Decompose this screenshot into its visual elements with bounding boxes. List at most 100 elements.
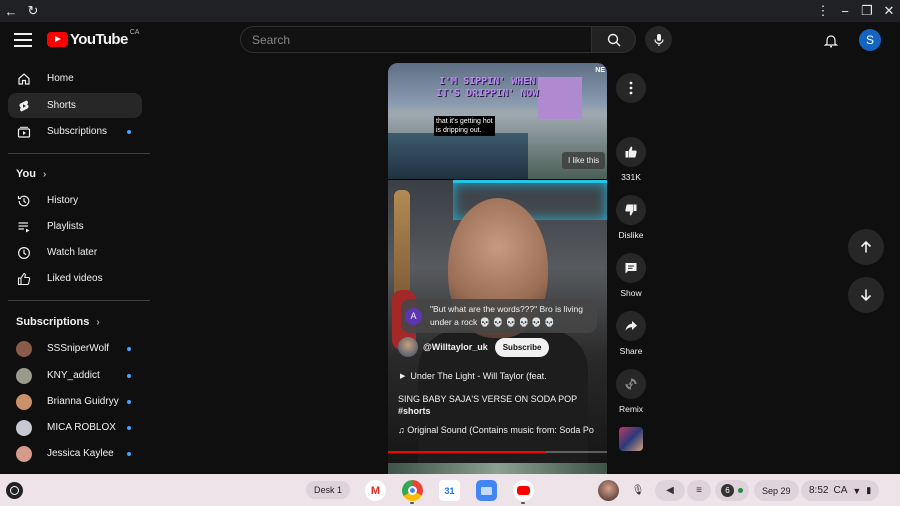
remix-button[interactable]: Remix [615, 369, 647, 414]
next-short-button[interactable] [848, 277, 884, 313]
ad-like-button[interactable]: I like this [562, 152, 606, 169]
clock: 8:52 [809, 485, 829, 496]
mic-icon[interactable]: 🎙 [630, 482, 646, 498]
channel-name[interactable]: @Willtaylor_uk [423, 342, 488, 352]
back-arrow-icon[interactable]: ← [0, 0, 22, 22]
subscription-channel[interactable]: KNY_addict [8, 363, 142, 388]
new-content-dot [127, 347, 131, 351]
channel-name: MICA ROBLOX [47, 422, 116, 433]
status-dot [738, 488, 743, 493]
sidebar-item-history[interactable]: History [8, 188, 142, 213]
media-controls[interactable]: ◀ [655, 480, 685, 501]
like-button[interactable]: 331K [615, 137, 647, 182]
comments-button[interactable]: Show [615, 253, 647, 298]
divider [8, 153, 150, 154]
new-content-dot [127, 130, 131, 134]
you-section-heading[interactable]: You › [16, 168, 46, 180]
sidebar-item-home[interactable]: Home [8, 66, 142, 91]
region-label: CA [833, 485, 848, 496]
subscriptions-section-heading[interactable]: Subscriptions › [16, 316, 100, 328]
restore-icon[interactable]: ❐ [856, 0, 878, 22]
system-tray[interactable]: 8:52 CA ▼ ▮ [801, 480, 880, 501]
mic-icon [653, 33, 664, 46]
desk-switcher[interactable]: Desk 1 [306, 481, 351, 499]
sidebar-item-label: History [47, 195, 79, 206]
profile-avatar[interactable] [598, 480, 619, 501]
youtube-logo[interactable]: YouTube CA [47, 29, 139, 48]
video-description[interactable]: SING BABY SAJA'S VERSE ON SODA POP #shor… [398, 393, 603, 417]
next-short-preview[interactable] [388, 463, 607, 474]
channel-avatar [16, 445, 32, 462]
files-icon[interactable] [476, 480, 497, 501]
like-icon [16, 271, 32, 287]
subscribe-button[interactable]: Subscribe [494, 337, 550, 357]
new-content-dot [127, 400, 131, 404]
sidebar-item-shorts[interactable]: Shorts [8, 93, 142, 118]
pinned-comment[interactable]: A "But what are the words???" Bro is liv… [401, 299, 597, 333]
playlists-icon [16, 219, 32, 235]
channel-name: KNY_addict [47, 370, 100, 381]
dislike-label: Dislike [618, 230, 644, 240]
subscription-channel[interactable]: Brianna Guidryy [8, 389, 142, 414]
channel-avatar [16, 367, 32, 384]
sidebar-item-liked-videos[interactable]: Liked videos [8, 266, 142, 291]
masthead: YouTube CA Search S [0, 22, 900, 58]
calendar-icon[interactable]: 31 [439, 480, 460, 501]
watch-later-icon [16, 245, 32, 261]
gmail-icon[interactable]: M [365, 480, 386, 501]
channel-avatar[interactable] [398, 337, 418, 357]
sidebar-item-playlists[interactable]: Playlists [8, 214, 142, 239]
comment-avatar: A [405, 307, 422, 325]
subscriptions-heading-label: Subscriptions [16, 316, 90, 328]
arrow-down-icon [860, 289, 872, 302]
menu-icon[interactable] [14, 33, 32, 47]
music-title: Under The Light - Will Taylor (feat. [410, 371, 547, 381]
volume-mute-icon: ◀ [666, 485, 674, 496]
music-note-icon: ♫ [398, 425, 405, 435]
search-input[interactable]: Search [240, 26, 592, 53]
notifications-button[interactable] [822, 31, 840, 49]
comments-label: Show [620, 288, 642, 298]
subscriptions-icon [16, 124, 32, 140]
sidebar-item-watch-later[interactable]: Watch later [8, 240, 142, 265]
chrome-icon[interactable] [402, 480, 423, 501]
sound-link[interactable]: ♫ Original Sound (Contains music from: S… [398, 425, 603, 435]
channel-row: @Willtaylor_uk Subscribe [398, 337, 550, 357]
minimize-icon[interactable]: − [834, 0, 856, 22]
more-vert-icon [616, 73, 646, 103]
sidebar-item-label: Liked videos [47, 273, 103, 284]
music-link[interactable]: ▶ Under The Light - Will Taylor (feat. [400, 371, 547, 381]
voice-search-button[interactable] [645, 26, 672, 53]
search-icon [607, 33, 620, 46]
subscription-channel[interactable]: Jessica Kaylee [8, 441, 142, 466]
remix-label: Remix [618, 404, 644, 414]
more-options-button[interactable] [615, 73, 647, 103]
previous-short-button[interactable] [848, 229, 884, 265]
sound-thumbnail[interactable] [619, 427, 643, 451]
reload-icon[interactable]: ↻ [22, 0, 44, 22]
sidebar-item-subscriptions[interactable]: Subscriptions [8, 119, 142, 144]
progress-fill [388, 451, 546, 453]
sidebar-item-label: Watch later [47, 247, 98, 258]
account-avatar[interactable]: S [859, 29, 881, 51]
wifi-icon: ▼ [852, 485, 862, 496]
hashtag[interactable]: #shorts [398, 405, 603, 417]
playlist-tray-button[interactable]: ≡ [687, 480, 711, 501]
subscription-channel[interactable]: SSSniperWolf [8, 336, 142, 361]
running-indicator [521, 502, 525, 504]
sidebar-item-label: Home [47, 73, 74, 84]
search-button[interactable] [592, 26, 636, 53]
kebab-menu-icon[interactable]: ⋮ [812, 0, 834, 22]
dislike-button[interactable]: Dislike [615, 195, 647, 240]
close-icon[interactable]: ✕ [878, 0, 900, 22]
shorts-player[interactable]: I'M SIPPIN' WHEN IT'S DRIPPIN' NOW that … [388, 63, 607, 474]
launcher-icon[interactable] [6, 482, 23, 499]
progress-bar[interactable] [388, 451, 607, 453]
youtube-app-icon[interactable] [513, 480, 534, 501]
share-button[interactable]: Share [615, 311, 647, 356]
notifications-tray[interactable]: 6 [715, 480, 749, 501]
ad-overlay-video[interactable]: I'M SIPPIN' WHEN IT'S DRIPPIN' NOW that … [388, 63, 607, 179]
date-tray[interactable]: Sep 29 [754, 480, 799, 501]
search-bar: Search [240, 26, 636, 53]
subscription-channel[interactable]: MICA ROBLOX [8, 415, 142, 440]
